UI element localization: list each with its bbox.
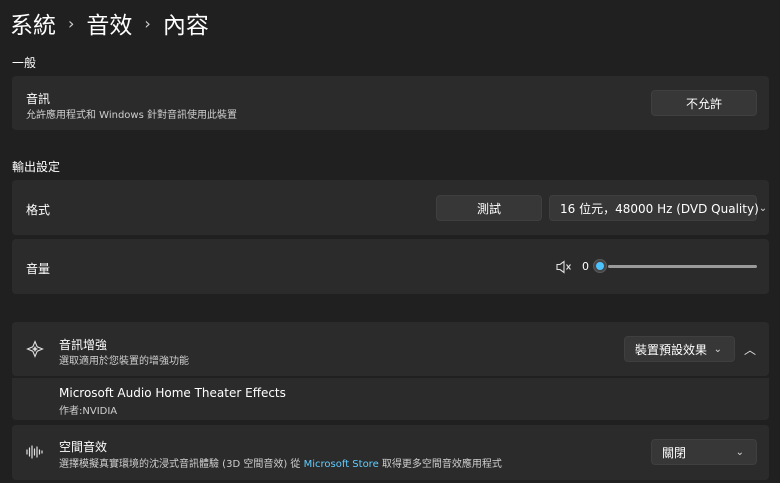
audio-title: 音訊 [26, 92, 51, 106]
volume-slider-track[interactable] [608, 265, 757, 268]
breadcrumb: 系統 › 音效 › 內容 [10, 6, 209, 40]
sound-wave-icon [26, 444, 44, 460]
audio-card: 音訊 允許應用程式和 Windows 針對音訊使用此裝置 不允許 [12, 76, 769, 130]
speaker-muted-icon[interactable] [556, 259, 572, 274]
enhancement-selected-value: 裝置預設效果 [635, 342, 708, 357]
enhancement-card[interactable]: 音訊增強 選取適用於您裝置的增強功能 裝置預設效果 ⌄ ︿ [12, 322, 769, 376]
format-label: 格式 [26, 203, 51, 217]
format-card: 格式 測試 16 位元，48000 Hz (DVD Quality) ⌄ [12, 180, 769, 235]
spatial-title: 空間音效 [59, 440, 108, 454]
volume-slider-thumb[interactable] [593, 259, 607, 273]
enhancement-dropdown[interactable]: 裝置預設效果 ⌄ [624, 336, 735, 362]
spatial-card: 空間音效 選擇模擬真實環境的沈浸式音訊體驗 (3D 空間音效) 從 Micros… [12, 425, 769, 480]
breadcrumb-sound[interactable]: 音效 [86, 6, 132, 40]
volume-value: 0 [582, 260, 589, 273]
section-title-output: 輸出設定 [12, 160, 61, 174]
effect-author: 作者:NVIDIA [59, 406, 118, 417]
spatial-subtitle: 選擇模擬真實環境的沈浸式音訊體驗 (3D 空間音效) 從 Microsoft S… [59, 455, 502, 470]
audio-subtitle: 允許應用程式和 Windows 針對音訊使用此裝置 [26, 110, 237, 121]
breadcrumb-separator: › [68, 13, 75, 33]
chevron-down-icon: ⌄ [758, 202, 768, 214]
page-title: 內容 [162, 13, 209, 39]
test-button[interactable]: 測試 [436, 195, 542, 221]
volume-label: 音量 [26, 262, 51, 276]
spatial-selected-value: 關閉 [662, 445, 687, 460]
enhancement-subtitle: 選取適用於您裝置的增強功能 [59, 356, 189, 367]
spatial-dropdown[interactable]: 關閉 ⌄ [651, 439, 757, 465]
breadcrumb-system[interactable]: 系統 [10, 6, 56, 40]
spatial-subtitle-from: 從 [290, 459, 301, 470]
enhancement-title: 音訊增強 [59, 338, 108, 352]
spatial-subtitle-suffix: 取得更多空間音效應用程式 [381, 459, 502, 470]
disallow-button[interactable]: 不允許 [651, 90, 757, 116]
chevron-down-icon: ⌄ [735, 446, 744, 458]
volume-card: 音量 0 [12, 239, 769, 294]
chevron-down-icon: ⌄ [713, 343, 722, 355]
chevron-up-icon[interactable]: ︿ [744, 341, 756, 358]
sparkle-icon [26, 340, 44, 358]
effect-name: Microsoft Audio Home Theater Effects [59, 386, 286, 400]
effect-row: Microsoft Audio Home Theater Effects 作者:… [12, 378, 769, 420]
format-selected-value: 16 位元，48000 Hz (DVD Quality) [560, 201, 759, 216]
breadcrumb-separator: › [144, 13, 151, 33]
microsoft-store-link[interactable]: Microsoft Store [304, 459, 379, 470]
section-title-general: 一般 [12, 56, 37, 70]
format-dropdown[interactable]: 16 位元，48000 Hz (DVD Quality) ⌄ [549, 195, 767, 221]
spatial-subtitle-text: 選擇模擬真實環境的沈浸式音訊體驗 (3D 空間音效) [59, 459, 288, 470]
